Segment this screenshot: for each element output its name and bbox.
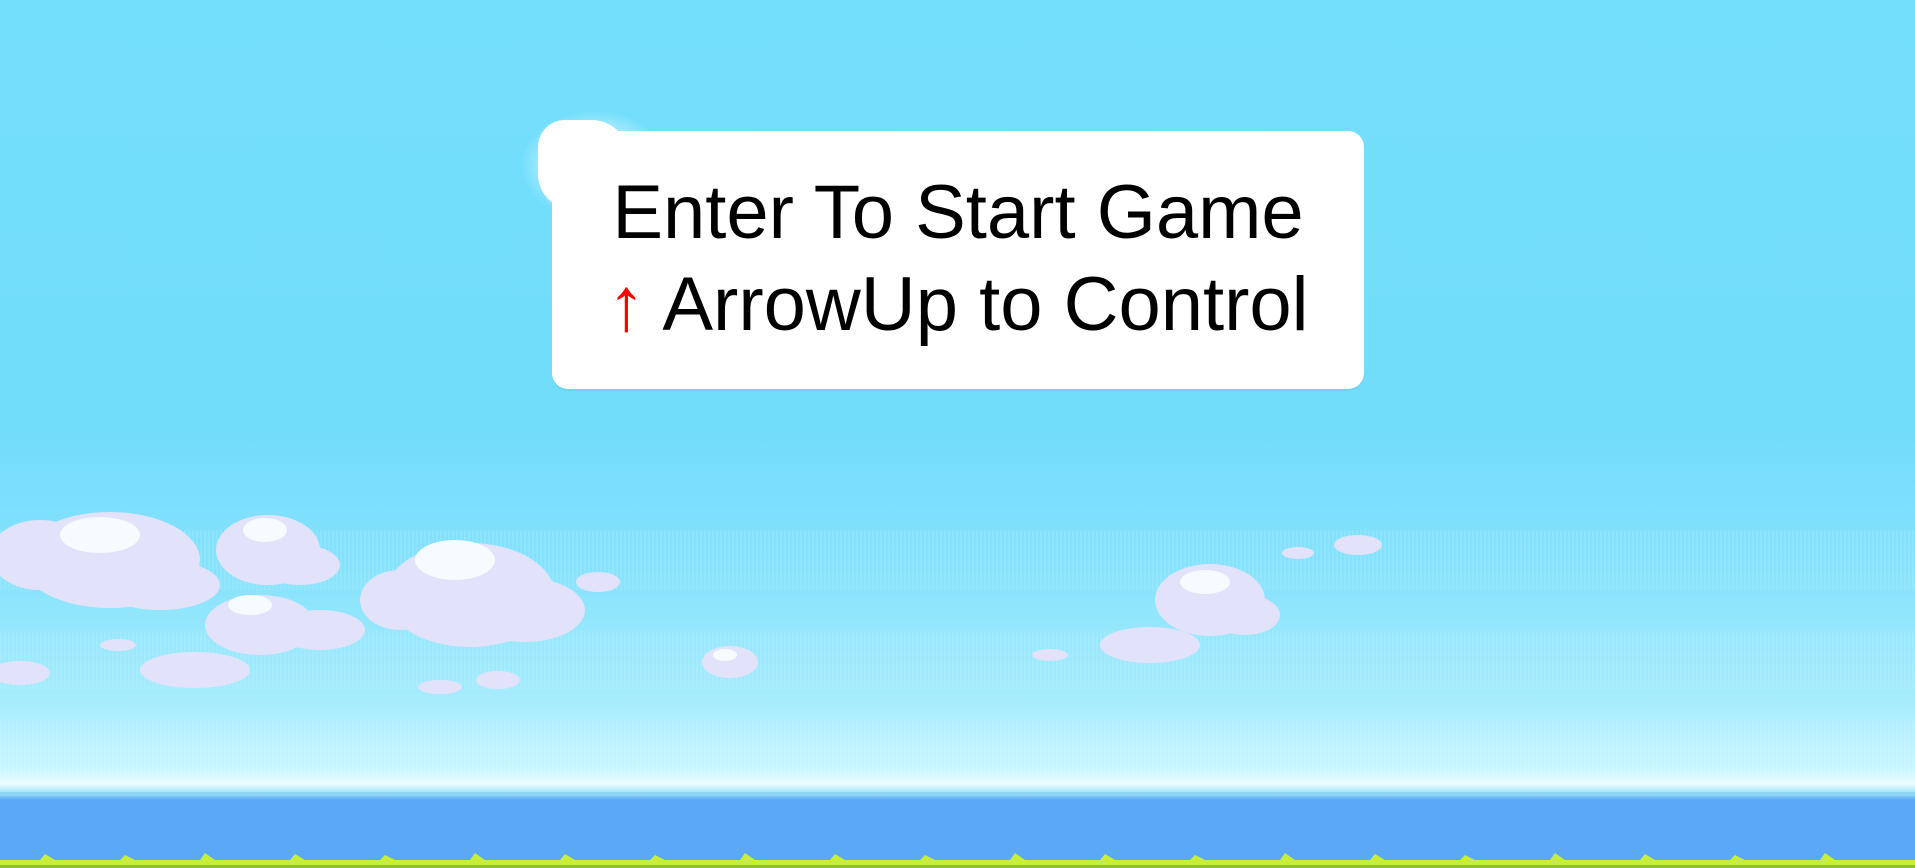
cloud <box>1282 535 1382 559</box>
start-game-panel[interactable]: Enter To Start Game ↑ ArrowUp to Control <box>552 131 1364 389</box>
cloud <box>418 671 520 694</box>
cloud-highlight <box>60 517 140 553</box>
cloud <box>100 639 136 651</box>
cloud <box>0 661 50 685</box>
cloud-highlight <box>713 649 737 661</box>
arrow-up-icon: ↑ <box>607 262 646 347</box>
cloud <box>1100 627 1200 663</box>
cloud-highlight <box>415 540 495 580</box>
start-instruction: Enter To Start Game <box>612 170 1304 255</box>
game-stage[interactable]: Enter To Start Game ↑ ArrowUp to Control <box>0 0 1915 868</box>
cloud-highlight <box>1180 570 1230 594</box>
cloud <box>1032 649 1068 661</box>
grass-strip <box>0 853 1915 868</box>
control-instruction-text: ArrowUp to Control <box>645 262 1309 347</box>
horizon-line <box>0 792 1915 796</box>
control-instruction: ↑ ArrowUp to Control <box>552 259 1364 351</box>
cloud <box>576 572 620 592</box>
cloud-highlight <box>243 518 287 542</box>
cloud-highlight <box>228 595 272 615</box>
